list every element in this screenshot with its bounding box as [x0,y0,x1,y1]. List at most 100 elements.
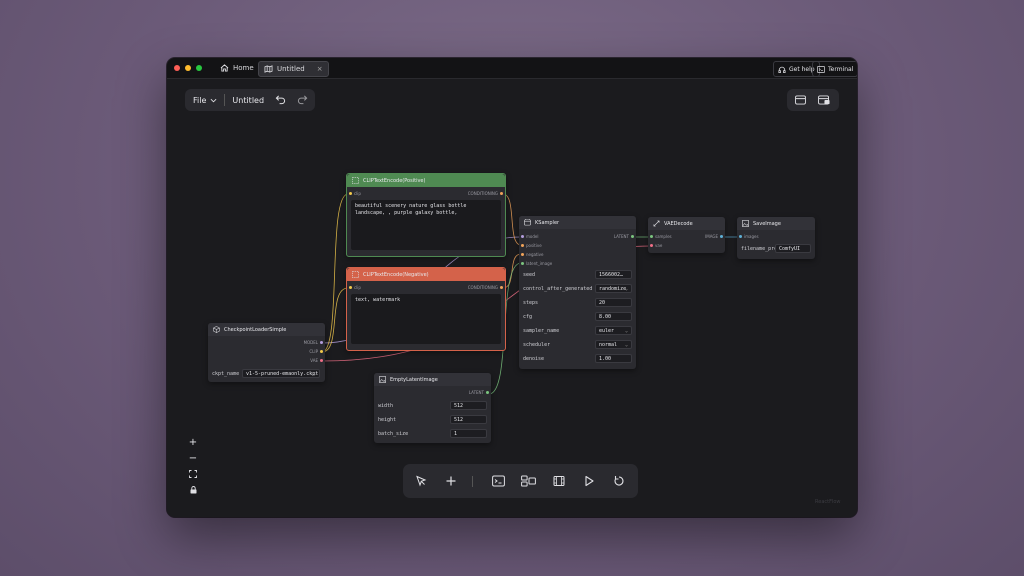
zoom-out-button[interactable]: − [189,450,197,466]
input-model[interactable]: model [521,234,538,239]
node-header[interactable]: CheckpointLoaderSimple [208,323,325,336]
minimize-window-button[interactable] [185,65,191,71]
output-model[interactable]: MODEL [304,340,323,345]
node-header[interactable]: EmptyLatentImage [374,373,491,386]
output-vae[interactable]: VAE [310,358,323,363]
prompt-textarea[interactable]: beautiful scenery nature glass bottle la… [351,200,501,250]
add-node-icon[interactable] [445,475,457,487]
input-socket[interactable] [650,235,653,238]
seed-input[interactable]: 1566002… [595,270,632,279]
widget-label: seed [523,272,536,278]
input-negative[interactable]: negative [521,252,544,257]
output-clip[interactable]: CLIP [309,349,323,354]
undo-icon[interactable] [275,94,286,105]
node-checkpoint-loader[interactable]: CheckpointLoaderSimple MODEL CLIP VAE ck… [208,323,325,382]
file-menu-button[interactable]: File [193,96,217,105]
image-icon [379,376,386,383]
node-clip-text-negative[interactable]: CLIPTextEncode(Negative) clip CONDITIONI… [346,267,506,351]
input-clip[interactable]: clip [349,285,361,290]
input-socket[interactable] [349,192,352,195]
widget-label: height [378,417,397,423]
output-socket[interactable] [500,286,503,289]
input-socket[interactable] [521,235,524,238]
input-samples[interactable]: samples [650,234,672,239]
batch-size-input[interactable]: 1 [450,429,487,438]
console-icon[interactable] [492,475,505,487]
queue-icon[interactable] [818,95,830,105]
input-vae[interactable]: vae [650,243,662,248]
chevron-down-icon: ⌄ [312,371,316,377]
panel-icon[interactable] [795,95,806,105]
file-toolbar: File Untitled [185,89,315,111]
node-ksampler[interactable]: KSampler model positive negative latent_… [519,216,636,369]
input-images[interactable]: images [739,234,759,239]
input-clip[interactable]: clip [349,191,361,196]
workflow-name[interactable]: Untitled [232,96,264,105]
close-window-button[interactable] [174,65,180,71]
input-socket[interactable] [521,244,524,247]
reset-icon[interactable] [613,475,625,487]
node-save-image[interactable]: SaveImage images filename_pre ComfyUI [737,217,815,259]
tab-home[interactable]: Home [215,61,259,75]
input-label: negative [526,252,544,257]
node-clip-text-positive[interactable]: CLIPTextEncode(Positive) clip CONDITIONI… [346,173,506,257]
input-latent-image[interactable]: latent_image [521,261,552,266]
output-socket[interactable] [320,341,323,344]
zoom-in-button[interactable]: + [189,434,197,450]
layout-icon[interactable] [521,475,536,487]
filename-prefix-input[interactable]: ComfyUI [775,244,811,253]
node-header[interactable]: CLIPTextEncode(Negative) [347,268,505,281]
input-socket[interactable] [521,253,524,256]
output-image[interactable]: IMAGE [705,234,723,239]
output-conditioning[interactable]: CONDITIONING [468,191,503,196]
output-latent[interactable]: LATENT [614,234,634,239]
terminal-button[interactable]: Terminal [812,61,857,77]
sampler-name-select[interactable]: euler ⌄ [595,326,632,335]
node-title: CLIPTextEncode(Positive) [363,177,426,184]
output-latent[interactable]: LATENT [469,390,489,395]
film-icon[interactable] [553,475,565,487]
lock-icon [190,486,196,494]
close-tab-icon[interactable]: × [317,65,323,73]
steps-input[interactable]: 20 [595,298,632,307]
toolbar-divider [224,94,226,106]
graph-canvas[interactable]: File Untitled CLIPTextEncode(Positive) c… [167,79,857,517]
lock-button[interactable] [190,482,197,498]
control-after-generated-select[interactable]: randomize ⌄ [595,284,632,293]
output-socket[interactable] [500,192,503,195]
input-positive[interactable]: positive [521,243,542,248]
image-icon [742,220,749,227]
node-header[interactable]: SaveImage [737,217,815,230]
height-input[interactable]: 512 [450,415,487,424]
output-socket[interactable] [720,235,723,238]
node-header[interactable]: KSampler [519,216,636,229]
node-header[interactable]: CLIPTextEncode(Positive) [347,174,505,187]
fit-view-button[interactable] [189,466,197,482]
output-conditioning[interactable]: CONDITIONING [468,285,503,290]
select-pointer-icon[interactable] [415,475,427,487]
ckpt-name-select[interactable]: v1-5-pruned-emaonly.ckpt ⌄ [242,369,320,378]
node-empty-latent-image[interactable]: EmptyLatentImage LATENT width 512 height… [374,373,491,443]
width-input[interactable]: 512 [450,401,487,410]
widget-label: sampler_name [523,328,560,334]
output-socket[interactable] [320,359,323,362]
maximize-window-button[interactable] [196,65,202,71]
chevron-down-icon: ⌄ [624,342,628,348]
input-socket[interactable] [739,235,742,238]
denoise-input[interactable]: 1.00 [595,354,632,363]
scheduler-select[interactable]: normal ⌄ [595,340,632,349]
node-header[interactable]: VAEDecode [648,217,725,230]
prompt-textarea[interactable]: text, watermark [351,294,501,344]
tab-untitled[interactable]: Untitled × [258,61,329,77]
input-socket[interactable] [650,244,653,247]
output-socket[interactable] [631,235,634,238]
redo-icon[interactable] [297,94,308,105]
chevron-down-icon: ⌄ [624,328,628,334]
output-socket[interactable] [486,391,489,394]
output-socket[interactable] [320,350,323,353]
input-socket[interactable] [521,262,524,265]
input-socket[interactable] [349,286,352,289]
cfg-input[interactable]: 8.00 [595,312,632,321]
node-vae-decode[interactable]: VAEDecode samples vae IMAGE [648,217,725,253]
run-icon[interactable] [583,475,595,487]
